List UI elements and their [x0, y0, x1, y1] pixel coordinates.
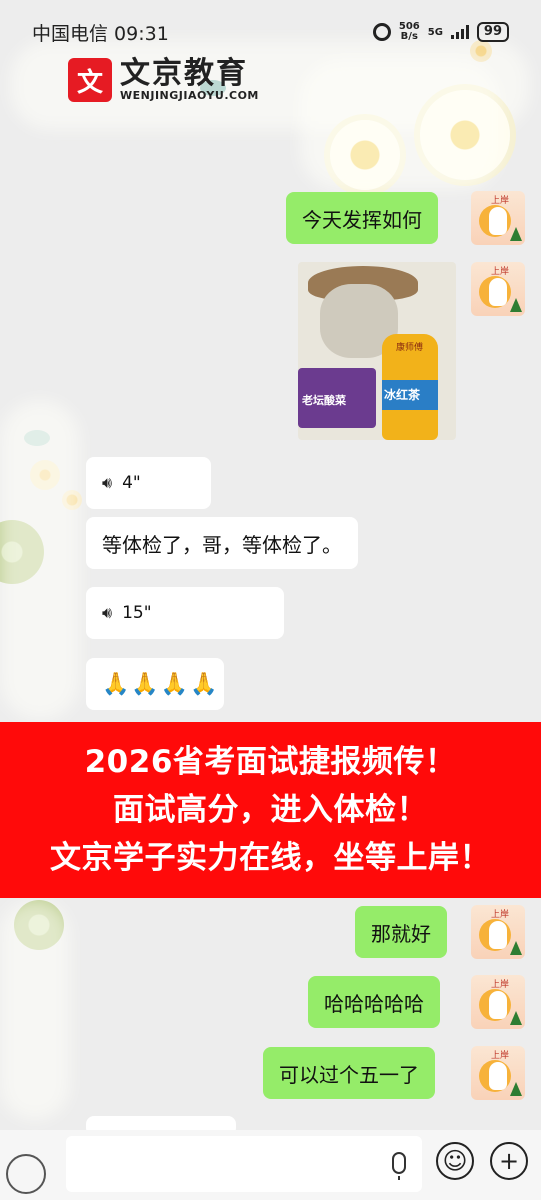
status-icons: 506 B/s 5G 99 [372, 22, 509, 42]
avatar-tag: 上岸 [491, 267, 510, 277]
network-type: 5G [427, 26, 443, 38]
avatar[interactable]: 上岸 [471, 191, 525, 245]
sticker-bottle-brand: 康师傅 [396, 343, 424, 353]
message-text: 那就好 [371, 921, 431, 946]
more-options-button[interactable]: + [490, 1142, 528, 1180]
message-text: 等体检了，哥，等体检了。 [102, 532, 342, 557]
prayer-emoji: 🙏🙏🙏🙏 [102, 671, 220, 697]
voice-toggle-button[interactable] [6, 1154, 46, 1194]
promo-banner: 2026省考面试捷报频传！ 面试高分，进入体检！ 文京学子实力在线，坐等上岸！ [0, 722, 541, 898]
logo-mark-icon: 文 [68, 58, 112, 102]
voice-wave-icon: 🔊︎ [102, 603, 113, 622]
voice-message[interactable]: 🔊︎ 15" [86, 587, 284, 639]
message-bubble-outgoing[interactable]: 今天发挥如何 [286, 192, 438, 244]
message-bubble-incoming[interactable]: 等体检了，哥，等体检了。 [86, 517, 358, 569]
emoji-button[interactable]: ☺ [436, 1142, 474, 1180]
battery-icon: 99 [476, 22, 509, 42]
voice-message[interactable]: 🔊︎ 4" [86, 457, 211, 509]
microphone-icon[interactable] [392, 1152, 406, 1180]
logo-url: WENJINGJIAOYU.COM [120, 88, 259, 102]
logo-name: 文京教育 [120, 55, 248, 91]
avatar[interactable]: 上岸 [471, 975, 525, 1029]
banner-line-3: 文京学子实力在线，坐等上岸！ [50, 840, 491, 876]
message-bubble-outgoing[interactable]: 哈哈哈哈哈 [308, 976, 440, 1028]
chat-input-bar: ☺ + [0, 1130, 541, 1200]
avatar[interactable]: 上岸 [471, 1046, 525, 1100]
alarm-icon [372, 23, 391, 41]
brand-logo: 文 文京教育 WENJINGJIAOYU.COM [68, 58, 259, 102]
message-bubble-outgoing[interactable]: 那就好 [355, 906, 447, 958]
message-bubble-incoming[interactable]: 🙏🙏🙏🙏 [86, 658, 224, 710]
sticker-pack-text: 老坛酸菜 [302, 394, 346, 407]
message-input[interactable] [66, 1136, 422, 1192]
sticker-image[interactable]: 康师傅 老坛酸菜 冰红茶 [298, 262, 456, 440]
banner-line-2: 面试高分，进入体检！ [113, 792, 428, 828]
network-speed: 506 B/s [399, 22, 420, 42]
avatar-tag: 上岸 [491, 196, 510, 206]
avatar[interactable]: 上岸 [471, 262, 525, 316]
voice-duration: 15" [122, 603, 152, 623]
avatar-tag: 上岸 [491, 1051, 510, 1061]
status-bar: 中国电信 09:31 506 B/s 5G 99 [0, 0, 541, 64]
message-text: 可以过个五一了 [279, 1062, 419, 1087]
banner-line-1: 2026省考面试捷报频传！ [84, 744, 457, 780]
voice-wave-icon: 🔊︎ [102, 473, 113, 492]
message-text: 哈哈哈哈哈 [324, 991, 424, 1016]
network-speed-unit: B/s [400, 31, 418, 42]
message-bubble-outgoing[interactable]: 可以过个五一了 [263, 1047, 435, 1099]
sticker-bottle-text: 冰红茶 [384, 388, 421, 402]
message-text: 今天发挥如何 [302, 207, 422, 232]
carrier-and-time: 中国电信 09:31 [32, 22, 169, 45]
signal-icon [450, 25, 469, 39]
voice-duration: 4" [122, 473, 141, 493]
avatar[interactable]: 上岸 [471, 905, 525, 959]
avatar-tag: 上岸 [491, 910, 510, 920]
avatar-tag: 上岸 [491, 980, 510, 990]
